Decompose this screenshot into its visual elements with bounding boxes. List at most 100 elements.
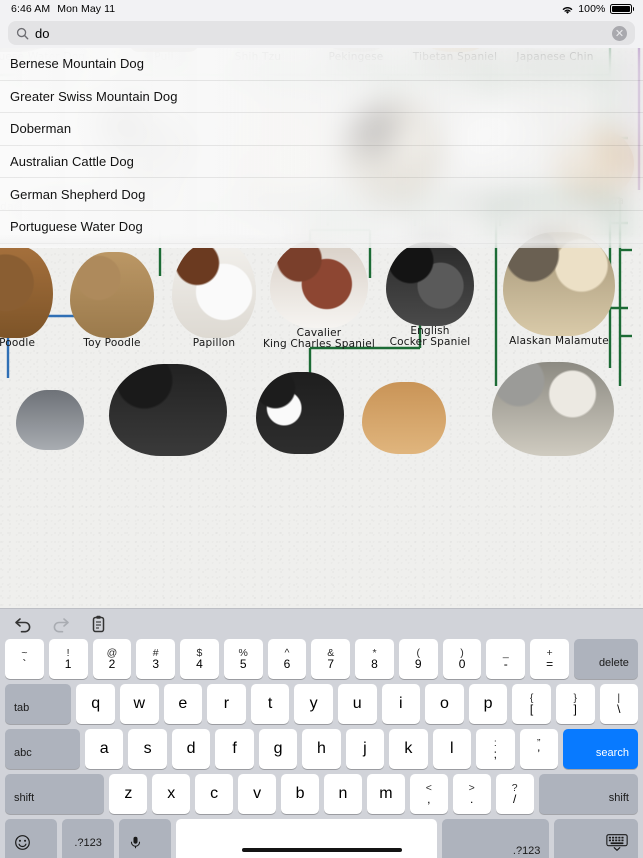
key-bracket-left[interactable]: {[ — [512, 684, 551, 724]
key-z[interactable]: z — [109, 774, 148, 814]
key-c[interactable]: c — [195, 774, 234, 814]
key-1[interactable]: ! 1 — [48, 639, 88, 679]
suggestion-item[interactable]: Greater Swiss Mountain Dog — [0, 81, 643, 114]
status-date: Mon May 11 — [57, 3, 116, 15]
chart-breed-cell[interactable] — [358, 382, 450, 454]
key-2[interactable]: @2 — [92, 639, 132, 679]
key-j[interactable]: j — [345, 729, 385, 769]
key-6[interactable]: ^ 6 — [267, 639, 307, 679]
key-numeric-right[interactable]: .?123 — [441, 819, 550, 858]
chart-breed-label: Toy Poodle — [83, 337, 141, 349]
key-v[interactable]: v — [238, 774, 277, 814]
key-numeric-left[interactable]: .?123 — [62, 819, 115, 858]
key-e[interactable]: e — [163, 684, 203, 724]
key-space[interactable] — [176, 819, 437, 858]
key-0[interactable]: ) 0 — [442, 639, 482, 679]
search-field[interactable]: do ✕ — [8, 21, 635, 45]
key-lower-label: = — [546, 657, 554, 672]
key-lower-label: 6 — [283, 657, 291, 672]
chart-breed-cell[interactable] — [10, 390, 90, 450]
key-backtick[interactable]: ~ ` — [5, 639, 44, 679]
key-i[interactable]: i — [381, 684, 421, 724]
key-shift-right[interactable]: shift — [538, 774, 638, 814]
key-8[interactable]: * 8 — [355, 639, 394, 679]
key-s[interactable]: s — [128, 729, 167, 769]
key-3[interactable]: #3 — [136, 639, 176, 679]
key-minus[interactable]: _ - — [486, 639, 526, 679]
key-l[interactable]: l — [432, 729, 472, 769]
key-dismiss-keyboard[interactable] — [554, 819, 639, 858]
key-b[interactable]: b — [281, 774, 319, 814]
suggestion-item[interactable]: Australian Cattle Dog — [0, 146, 643, 179]
suggestion-item[interactable]: Chinese Crested Dog — [0, 244, 643, 248]
key-period[interactable]: >. — [452, 774, 491, 814]
chart-breed-label: Papillon — [192, 337, 236, 349]
key-y[interactable]: y — [294, 684, 333, 724]
key-comma[interactable]: <, — [409, 774, 448, 814]
search-suggestions-list[interactable]: Bernese Mountain Dog Greater Swiss Mount… — [0, 48, 643, 248]
key-label: shift — [608, 792, 629, 804]
key-slash[interactable]: ? / — [495, 774, 534, 814]
key-p[interactable]: p — [468, 684, 508, 724]
key-h[interactable]: h — [302, 729, 341, 769]
key-bracket-right[interactable]: }] — [555, 684, 595, 724]
key-search-return[interactable]: search — [562, 729, 638, 769]
key-lower-label: 1 — [64, 657, 72, 672]
chart-breed-cell[interactable]: English Cocker Spaniel — [378, 242, 482, 348]
key-k[interactable]: k — [389, 729, 428, 769]
chart-breed-cell[interactable] — [252, 372, 348, 454]
suggestion-item[interactable]: German Shepherd Dog — [0, 178, 643, 211]
clear-search-button[interactable]: ✕ — [612, 25, 627, 41]
key-q[interactable]: q — [76, 684, 115, 724]
key-n[interactable]: n — [323, 774, 362, 814]
chart-breed-cell[interactable]: e Poodle — [0, 246, 60, 349]
key-5[interactable]: % 5 — [223, 639, 263, 679]
key-tab[interactable]: tab — [5, 684, 72, 724]
key-lower-label: ’ — [537, 747, 541, 762]
undo-icon[interactable] — [12, 613, 34, 635]
key-equals[interactable]: + = — [530, 639, 569, 679]
key-shift-left[interactable]: shift — [5, 774, 105, 814]
key-t[interactable]: t — [250, 684, 290, 724]
key-9[interactable]: (9 — [398, 639, 438, 679]
key-a[interactable]: a — [84, 729, 124, 769]
status-bar: 6:46 AM Mon May 11 100% — [0, 0, 643, 18]
chart-breed-cell[interactable] — [486, 362, 620, 456]
suggestion-item[interactable]: Doberman — [0, 113, 643, 146]
key-x[interactable]: x — [152, 774, 191, 814]
key-w[interactable]: w — [119, 684, 159, 724]
key-f[interactable]: f — [215, 729, 254, 769]
on-screen-keyboard[interactable]: ~ ` ! 1 @2 #3 $4 % 5 ^ 6 & 7 * 8 (9 ) 0 _ - + = d… — [0, 608, 643, 858]
key-emoji[interactable] — [5, 819, 58, 858]
chart-breed-cell[interactable]: Alaskan Malamute — [496, 232, 622, 347]
key-u[interactable]: u — [337, 684, 377, 724]
keyboard-dismiss-icon — [605, 833, 629, 855]
suggestion-item[interactable]: Portuguese Water Dog — [0, 211, 643, 244]
key-4[interactable]: $4 — [180, 639, 219, 679]
key-d[interactable]: d — [171, 729, 211, 769]
key-7[interactable]: & 7 — [311, 639, 351, 679]
search-icon — [16, 27, 29, 40]
key-g[interactable]: g — [258, 729, 298, 769]
chart-breed-label: English Cocker Spaniel — [389, 325, 471, 348]
key-quote[interactable]: ”’ — [519, 729, 558, 769]
suggestion-item[interactable]: Bernese Mountain Dog — [0, 48, 643, 81]
key-backslash[interactable]: | \ — [599, 684, 639, 724]
key-lower-label: / — [512, 792, 517, 807]
chart-breed-cell[interactable] — [104, 364, 232, 456]
key-r[interactable]: r — [207, 684, 246, 724]
key-o[interactable]: o — [425, 684, 464, 724]
microphone-icon — [128, 834, 143, 854]
key-dictation[interactable] — [119, 819, 172, 858]
key-delete[interactable]: delete — [573, 639, 638, 679]
chart-breed-cell[interactable]: Cavalier King Charles Spaniel — [258, 240, 380, 350]
key-lower-label: 5 — [239, 657, 247, 672]
key-lower-label: 7 — [327, 657, 335, 672]
search-input[interactable]: do — [35, 26, 612, 41]
key-m[interactable]: m — [366, 774, 405, 814]
chart-breed-cell[interactable]: Toy Poodle — [62, 252, 162, 349]
key-abc-layout[interactable]: abc — [5, 729, 80, 769]
chart-breed-cell[interactable]: Papillon — [166, 242, 262, 349]
paste-icon[interactable] — [88, 613, 110, 635]
key-semicolon[interactable]: :; — [476, 729, 515, 769]
